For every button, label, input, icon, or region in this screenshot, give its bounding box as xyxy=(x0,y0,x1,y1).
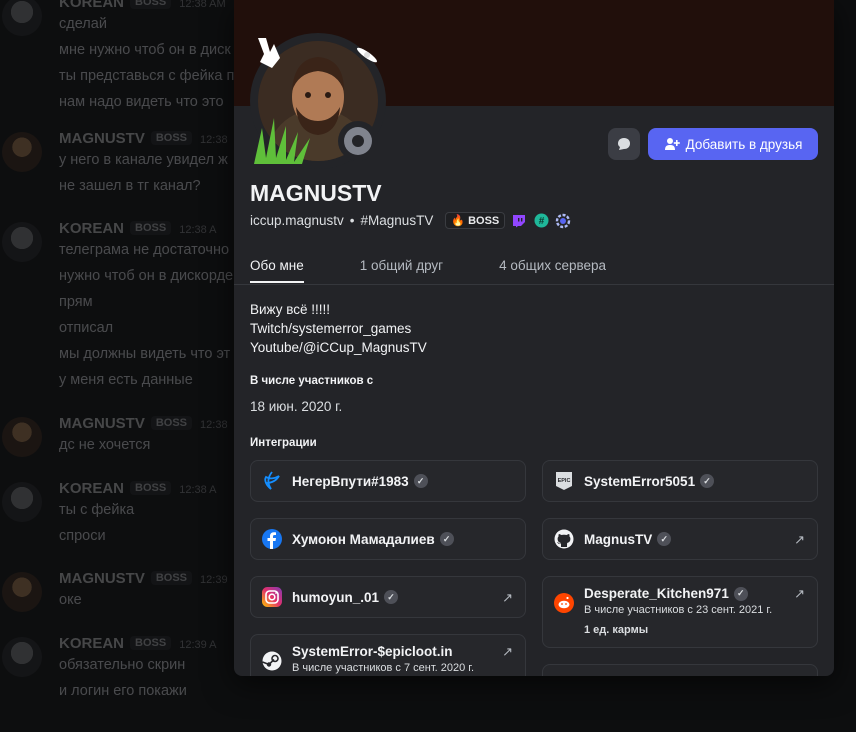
chat-bubble-icon xyxy=(618,138,630,150)
integration-name: Desperate_Kitchen971 xyxy=(584,586,729,601)
integration-facebook[interactable]: Хумоюн Мамадалиев ✓ xyxy=(250,518,526,560)
steam-icon xyxy=(261,650,283,672)
verified-icon: ✓ xyxy=(700,474,715,488)
integration-github[interactable]: MagnusTV ✓ ↗ xyxy=(542,518,818,560)
tab-about-me[interactable]: Обо мне xyxy=(250,258,304,283)
reddit-icon xyxy=(553,592,575,614)
profile-username[interactable]: iccup.magnustv xyxy=(250,213,344,228)
user-profile-modal: Добавить в друзья MAGNUSTV iccup.magnust… xyxy=(234,0,834,676)
external-link-icon[interactable]: ↗ xyxy=(502,644,513,660)
member-since-date: 18 июн. 2020 г. xyxy=(250,399,343,414)
tab-mutual-friends[interactable]: 1 общий друг xyxy=(360,258,443,283)
hand-decoration-icon xyxy=(258,38,280,68)
grass-decoration-icon xyxy=(254,118,310,164)
integration-name: SystemError-$epicloot.in xyxy=(292,644,453,659)
facebook-icon xyxy=(261,528,283,550)
epic-games-icon: EPIC xyxy=(553,470,575,492)
verified-icon: ✓ xyxy=(384,590,399,604)
tabs-divider xyxy=(234,284,834,285)
separator-dot: • xyxy=(349,213,355,228)
integration-instagram[interactable]: humoyun_.01 ✓ ↗ xyxy=(250,576,526,618)
verified-icon: ✓ xyxy=(733,586,748,601)
propeller-decoration-icon xyxy=(357,47,377,63)
add-friend-button[interactable]: Добавить в друзья xyxy=(648,128,818,160)
profile-bio: Вижу всё !!!!! Twitch/systemerror_games … xyxy=(250,300,427,357)
integration-member-since: В числе участников с 23 сент. 2021 г. xyxy=(584,604,773,616)
integration-partial-card[interactable] xyxy=(542,664,818,676)
profile-display-name: MAGNUSTV xyxy=(250,180,382,206)
integrations-heading: Интеграции xyxy=(250,437,317,449)
svg-text:EPIC: EPIC xyxy=(558,478,571,484)
bio-line: Youtube/@iCCup_MagnusTV xyxy=(250,340,427,355)
verified-icon: ✓ xyxy=(657,532,672,546)
integration-name: humoyun_.01 xyxy=(292,589,380,605)
integration-reddit[interactable]: Desperate_Kitchen971 ✓ В числе участников… xyxy=(542,576,818,648)
integration-name: SystemError5051 xyxy=(584,473,696,489)
integration-epic[interactable]: EPIC SystemError5051 ✓ xyxy=(542,460,818,502)
integration-name: Хумоюн Мамадалиев xyxy=(292,531,435,547)
bio-line: Twitch/systemerror_games xyxy=(250,321,412,336)
integration-karma: 1 ед. кармы xyxy=(584,624,649,636)
tab-mutual-servers[interactable]: 4 общих сервера xyxy=(499,258,606,283)
external-link-icon[interactable]: ↗ xyxy=(502,590,513,606)
add-friend-icon xyxy=(664,138,680,150)
verified-icon: ✓ xyxy=(413,474,428,488)
integration-member-since: В числе участников с 7 сент. 2020 г. xyxy=(292,662,475,674)
twitch-badge-icon[interactable] xyxy=(511,213,527,229)
instagram-icon xyxy=(261,586,283,608)
battlenet-icon xyxy=(261,470,283,492)
integration-steam[interactable]: SystemError-$epicloot.in В числе участни… xyxy=(250,634,526,676)
integration-name: НегерВпути#1983 xyxy=(292,473,409,489)
hashtag-badge-icon[interactable]: # xyxy=(533,213,549,229)
svg-text:#: # xyxy=(539,216,545,227)
external-link-icon[interactable]: ↗ xyxy=(794,532,805,548)
integration-name: MagnusTV xyxy=(584,531,653,547)
add-friend-label: Добавить в друзья xyxy=(685,136,803,152)
server-tag[interactable]: #MagnusTV xyxy=(361,213,434,228)
github-icon xyxy=(553,528,575,550)
boss-tag[interactable]: 🔥 BOSS xyxy=(445,212,506,229)
verified-icon: ✓ xyxy=(439,532,454,546)
external-link-icon[interactable]: ↗ xyxy=(794,586,805,602)
profile-tabs: Обо мне 1 общий друг 4 общих сервера xyxy=(250,258,606,283)
bio-line: Вижу всё !!!!! xyxy=(250,302,331,317)
profile-subline: iccup.magnustv • #MagnusTV 🔥 BOSS # xyxy=(250,212,571,229)
member-since-heading: В числе участников с xyxy=(250,375,374,387)
status-offline-indicator xyxy=(344,127,372,155)
send-message-button[interactable] xyxy=(608,128,640,160)
nitro-boost-badge-icon[interactable] xyxy=(555,213,571,229)
integration-battlenet[interactable]: НегерВпути#1983 ✓ xyxy=(250,460,526,502)
